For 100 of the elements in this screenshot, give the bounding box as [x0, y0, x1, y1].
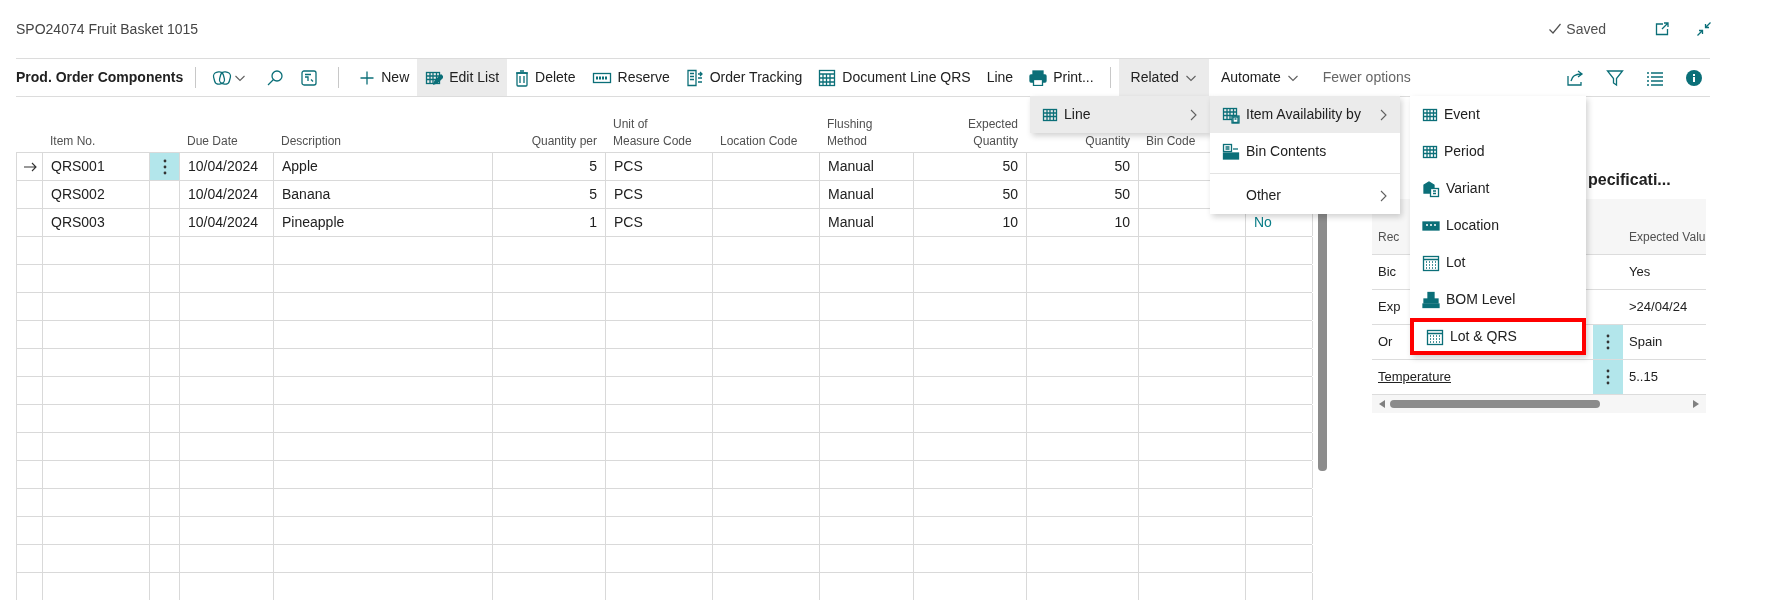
table-cell-text: 1 [589, 213, 597, 232]
table-cell-text: Manual [828, 185, 874, 204]
toolbar-button[interactable]: Document Line QRS [810, 59, 979, 96]
toolbar-button[interactable]: Print... [1021, 59, 1102, 96]
table-cell-text: 50 [1114, 157, 1130, 176]
table-cell-text: 50 [1002, 185, 1018, 204]
menu-item[interactable]: Lot & QRS [1410, 318, 1586, 355]
table-edit-icon [425, 69, 444, 86]
layered-shapes-icon [212, 68, 233, 87]
search-icon [266, 68, 285, 87]
table-cell-text: 5 [589, 185, 597, 204]
printer-icon [1029, 69, 1048, 86]
table-cell-text: QRS002 [51, 185, 105, 204]
panel-icon [300, 68, 319, 87]
column-header[interactable]: Bin Code [1146, 133, 1196, 150]
chevron-right-icon [1378, 107, 1388, 122]
options-toggle-button[interactable]: Fewer options [1310, 59, 1423, 96]
toolbar-button[interactable]: Reserve [583, 59, 678, 96]
menu-item[interactable]: BOM Level [1410, 281, 1586, 318]
grid-icon [1422, 106, 1438, 123]
column-header[interactable]: Quantity per [531, 133, 597, 150]
menu-item[interactable]: Line [1030, 96, 1210, 133]
menu-item[interactable]: Variant [1410, 170, 1586, 207]
column-header[interactable]: Flushing Method [827, 116, 905, 150]
toolbar-button[interactable]: Line [978, 59, 1022, 96]
dropdown-button[interactable]: Automate [1208, 59, 1311, 96]
panel-title: pecificati... [1588, 170, 1671, 190]
reserve-icon [591, 70, 612, 85]
menu-item[interactable]: Item Availability by [1210, 96, 1400, 133]
scroll-right-icon[interactable] [1692, 399, 1700, 409]
column-header[interactable]: Unit of Measure Code [613, 116, 697, 150]
grid-document-icon [1222, 105, 1240, 124]
field-link[interactable]: Temperature [1378, 367, 1451, 387]
horizontal-scrollbar[interactable] [1390, 400, 1600, 408]
toolbar-button[interactable]: Delete [507, 59, 584, 96]
menu-item[interactable]: Bin Contents [1210, 133, 1400, 170]
grid-icon [1042, 106, 1058, 123]
table-cell-text: No [1254, 213, 1272, 232]
table-cell-text: Banana [282, 185, 331, 204]
more-icon [162, 158, 167, 175]
toolbar-button[interactable]: Order Tracking [677, 59, 811, 96]
menu-item[interactable]: Other [1210, 177, 1400, 214]
pop-out-icon [1654, 21, 1670, 37]
table-cell-text: 5..15 [1629, 368, 1658, 387]
table-cell-text: 10/04/2024 [188, 213, 259, 232]
column-header[interactable]: Expected Quantity [934, 116, 1018, 150]
plus-icon [359, 69, 376, 86]
calendar-grid-icon [1422, 253, 1440, 272]
table-cell-text: Manual [828, 213, 874, 232]
column-header[interactable]: Expected Valu [1629, 228, 1706, 246]
column-header[interactable]: Location Code [720, 133, 798, 150]
table-cell-text: PCS [614, 157, 643, 176]
more-icon [1606, 334, 1610, 350]
table-cell-text: 10/04/2024 [188, 157, 259, 176]
menu-item[interactable]: Event [1410, 96, 1586, 133]
more-button[interactable] [150, 153, 179, 180]
column-header[interactable]: Quantity [1085, 133, 1130, 150]
chevron-right-icon [1188, 107, 1198, 122]
grid-icon [1422, 143, 1438, 160]
arrow-icon [22, 161, 37, 172]
filter-icon [1606, 68, 1624, 87]
page-title: SPO24074 Fruit Basket 1015 [16, 19, 199, 39]
dropdown-button[interactable]: Related [1118, 59, 1209, 96]
check-icon [1548, 22, 1563, 36]
chevron-right-icon [1378, 188, 1388, 203]
saved-status: Saved [1548, 18, 1606, 40]
table-cell-text: 5 [589, 157, 597, 176]
trash-icon [515, 68, 530, 87]
table-cell-text: Spain [1629, 333, 1663, 352]
table-cell-text: 10/04/2024 [188, 185, 259, 204]
table-cell-text: QRS003 [51, 213, 105, 232]
share-icon [1566, 68, 1584, 87]
table-cell-text: Pineapple [282, 213, 345, 232]
document-grid-icon [818, 68, 837, 87]
menu-item[interactable]: Lot [1410, 244, 1586, 281]
table-cell-text: Yes [1629, 263, 1651, 282]
column-header[interactable]: Description [281, 133, 342, 150]
table-cell-text: Or [1378, 333, 1393, 352]
column-header[interactable]: Due Date [187, 133, 238, 150]
column-header[interactable]: Rec [1378, 228, 1400, 246]
toolbar-button[interactable]: New [351, 59, 418, 96]
more-icon [1606, 369, 1610, 385]
document-tracking-icon [685, 68, 704, 87]
calendar-grid-icon [1426, 327, 1444, 346]
menu-item[interactable]: Location [1410, 207, 1586, 244]
toolbar-button[interactable]: Edit List [417, 59, 508, 96]
section-title: Prod. Order Components [16, 68, 185, 87]
table-cell-text: Apple [282, 157, 318, 176]
table-cell-text: Manual [828, 157, 874, 176]
scroll-left-icon[interactable] [1378, 399, 1386, 409]
menu-item[interactable]: Period [1410, 133, 1586, 170]
collapse-icon [1696, 21, 1712, 37]
stamp-icon [1422, 290, 1440, 309]
table-cell-text: 10 [1002, 213, 1018, 232]
table-cell-text: >24/04/24 [1629, 298, 1688, 317]
table-cell-text: 10 [1114, 213, 1130, 232]
column-header[interactable]: Item No. [50, 133, 96, 150]
table-cell-text: 50 [1002, 157, 1018, 176]
info-icon [1686, 69, 1702, 86]
table-cell-text: PCS [614, 185, 643, 204]
